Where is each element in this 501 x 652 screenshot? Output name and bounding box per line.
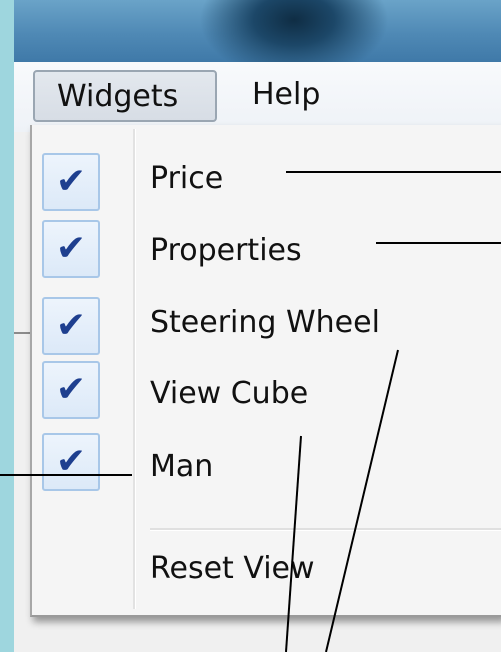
price-checked-icon: ✔ — [42, 153, 100, 211]
steering-wheel-checked-icon: ✔ — [42, 297, 100, 355]
menu-item-properties[interactable]: Properties — [150, 231, 302, 271]
checkmark-icon: ✔ — [55, 305, 87, 346]
menu-help[interactable]: Help — [252, 70, 362, 122]
checkmark-icon: ✔ — [55, 441, 87, 482]
menu-item-man-label: Man — [150, 449, 214, 484]
checkmark-icon: ✔ — [55, 228, 87, 269]
man-checked-icon: ✔ — [42, 433, 100, 491]
menu-item-view-cube[interactable]: View Cube — [150, 374, 308, 414]
menu-gutter-separator — [133, 129, 136, 609]
title-bar — [14, 0, 501, 62]
menu-item-price[interactable]: Price — [150, 159, 223, 199]
menu-item-price-label: Price — [150, 161, 224, 196]
widgets-dropdown-menu: ✔ Price ✔ Properties ✔ Steering Wheel ✔ … — [30, 125, 501, 617]
menu-item-reset-view[interactable]: Reset View — [150, 549, 315, 589]
view-cube-checked-icon: ✔ — [42, 361, 100, 419]
properties-checked-icon: ✔ — [42, 220, 100, 278]
menu-item-man[interactable]: Man — [150, 447, 213, 487]
menu-item-steering-wheel[interactable]: Steering Wheel — [150, 303, 380, 343]
menu-item-steering-wheel-label: Steering Wheel — [150, 305, 380, 340]
menu-separator — [150, 528, 501, 531]
title-bar-glow — [199, 0, 389, 62]
menu-help-label: Help — [252, 77, 321, 112]
menu-item-reset-view-label: Reset View — [150, 551, 315, 586]
menu-widgets[interactable]: Widgets — [33, 70, 217, 122]
checkmark-icon: ✔ — [55, 161, 87, 202]
menu-item-properties-label: Properties — [150, 233, 302, 268]
menu-widgets-label: Widgets — [57, 79, 179, 114]
checkmark-icon: ✔ — [55, 369, 87, 410]
menu-item-view-cube-label: View Cube — [150, 376, 309, 411]
